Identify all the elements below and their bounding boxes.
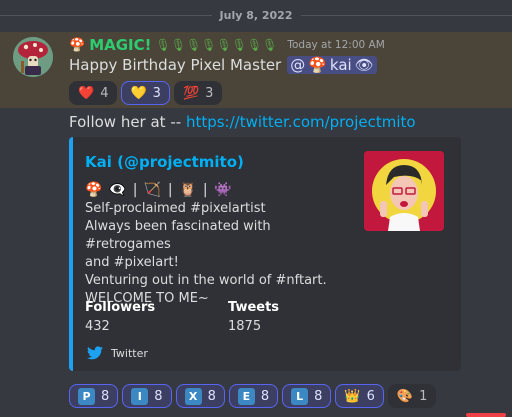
reaction-letter-i[interactable]: I 8 xyxy=(122,384,172,408)
user-mention[interactable]: @ 🍄 kai 👁 xyxy=(287,56,377,74)
twitter-embed: Kai (@projectmito) 🍄 👁️‍🗨️ | 🏹 | 🦉 | 👾 S… xyxy=(69,137,461,371)
letter-i-icon: I xyxy=(131,387,149,405)
mention-prefix: @ xyxy=(290,56,306,74)
divider-line-left xyxy=(0,14,212,16)
eye-icon: 👁 xyxy=(354,56,374,74)
username[interactable]: MAGIC! xyxy=(89,36,151,54)
embed-field-followers: Followers 432 xyxy=(85,300,155,334)
embed-thumbnail[interactable] xyxy=(364,151,444,231)
reaction-letter-e[interactable]: E 8 xyxy=(228,384,279,408)
bio-line: Venturing out in the world of #nftart. xyxy=(85,273,327,288)
bio-line: and #pixelart! xyxy=(85,255,179,270)
reaction-count: 8 xyxy=(207,388,216,404)
crown-icon: 👑 xyxy=(344,388,361,404)
reaction-letter-l[interactable]: L 8 xyxy=(282,384,332,408)
yellow-heart-icon: 💛 xyxy=(130,85,147,101)
reaction-count: 6 xyxy=(366,388,375,404)
message-header: 🍄 MAGIC! 🎙🎙🎙🎙🎙🎙🎙🎙 Today at 12:00 AM xyxy=(69,35,385,55)
new-messages-indicator xyxy=(466,413,506,417)
date-label: July 8, 2022 xyxy=(219,8,293,22)
reaction-bar-bottom: P 8 I 8 X 8 E 8 L 8 👑 6 🎨 1 xyxy=(69,384,437,408)
reaction-count: 4 xyxy=(100,85,109,101)
message-content: Happy Birthday Pixel Master @ 🍄 kai 👁 xyxy=(69,56,377,74)
letter-l-icon: L xyxy=(291,387,309,405)
date-divider: July 8, 2022 xyxy=(0,6,512,24)
reaction-bar: ❤️ 4 💛 3 💯 3 xyxy=(69,81,223,105)
field-value: 1875 xyxy=(228,319,262,334)
embed-description: 🍄 👁️‍🗨️ | 🏹 | 🦉 | 👾 Self-proclaimed #pix… xyxy=(85,181,355,308)
letter-p-icon: P xyxy=(78,387,95,405)
reaction-count: 8 xyxy=(314,388,323,404)
reaction-red-heart[interactable]: ❤️ 4 xyxy=(69,81,118,105)
hundred-points-icon: 💯 xyxy=(182,85,200,101)
twitter-link[interactable]: https://twitter.com/projectmito xyxy=(186,113,416,131)
field-value: 432 xyxy=(85,319,110,334)
reaction-count: 3 xyxy=(152,85,161,101)
embed-field-tweets: Tweets 1875 xyxy=(228,300,279,334)
mushroom-avatar-icon xyxy=(13,37,53,77)
footer-text: Twitter xyxy=(111,346,148,360)
reaction-palette[interactable]: 🎨 1 xyxy=(387,384,437,408)
mushroom-icon: 🍄 xyxy=(308,56,327,74)
mushroom-icon: 🍄 xyxy=(69,37,86,53)
follow-message: Follow her at -- https://twitter.com/pro… xyxy=(69,113,416,131)
reaction-hundred[interactable]: 💯 3 xyxy=(173,81,223,105)
reaction-letter-x[interactable]: X 8 xyxy=(175,384,225,408)
reaction-count: 1 xyxy=(419,388,428,404)
reaction-letter-p[interactable]: P 8 xyxy=(69,384,119,408)
embed-author[interactable]: Kai (@projectmito) xyxy=(85,153,244,171)
reaction-crown[interactable]: 👑 6 xyxy=(335,384,384,408)
reaction-count: 8 xyxy=(101,388,110,404)
reaction-count: 3 xyxy=(205,85,214,101)
embed-footer: Twitter xyxy=(87,346,148,360)
user-avatar[interactable] xyxy=(13,37,53,77)
reaction-count: 8 xyxy=(260,388,270,404)
red-heart-icon: ❤️ xyxy=(78,85,95,101)
twitter-bird-icon xyxy=(87,346,103,360)
reaction-yellow-heart[interactable]: 💛 3 xyxy=(121,81,170,105)
message-timestamp: Today at 12:00 AM xyxy=(287,39,385,51)
reaction-count: 8 xyxy=(154,388,163,404)
field-name: Tweets xyxy=(228,300,280,315)
microphone-icons: 🎙🎙🎙🎙🎙🎙🎙🎙 xyxy=(155,38,278,52)
letter-e-icon: E xyxy=(237,387,255,405)
artist-palette-icon: 🎨 xyxy=(396,388,414,404)
mention-name: kai xyxy=(329,56,352,74)
follow-text: Follow her at -- xyxy=(69,113,186,131)
divider-line-right xyxy=(300,14,512,16)
field-name: Followers xyxy=(85,300,156,315)
bio-line: Always been fascinated with #retrogames xyxy=(85,219,271,252)
profile-picture-icon xyxy=(364,151,444,231)
bio-emoji-row: 🍄 👁️‍🗨️ | 🏹 | 🦉 | 👾 xyxy=(85,182,233,198)
letter-x-icon: X xyxy=(184,387,202,405)
message-text: Happy Birthday Pixel Master xyxy=(69,56,282,74)
bio-line: Self-proclaimed #pixelartist xyxy=(85,201,266,216)
